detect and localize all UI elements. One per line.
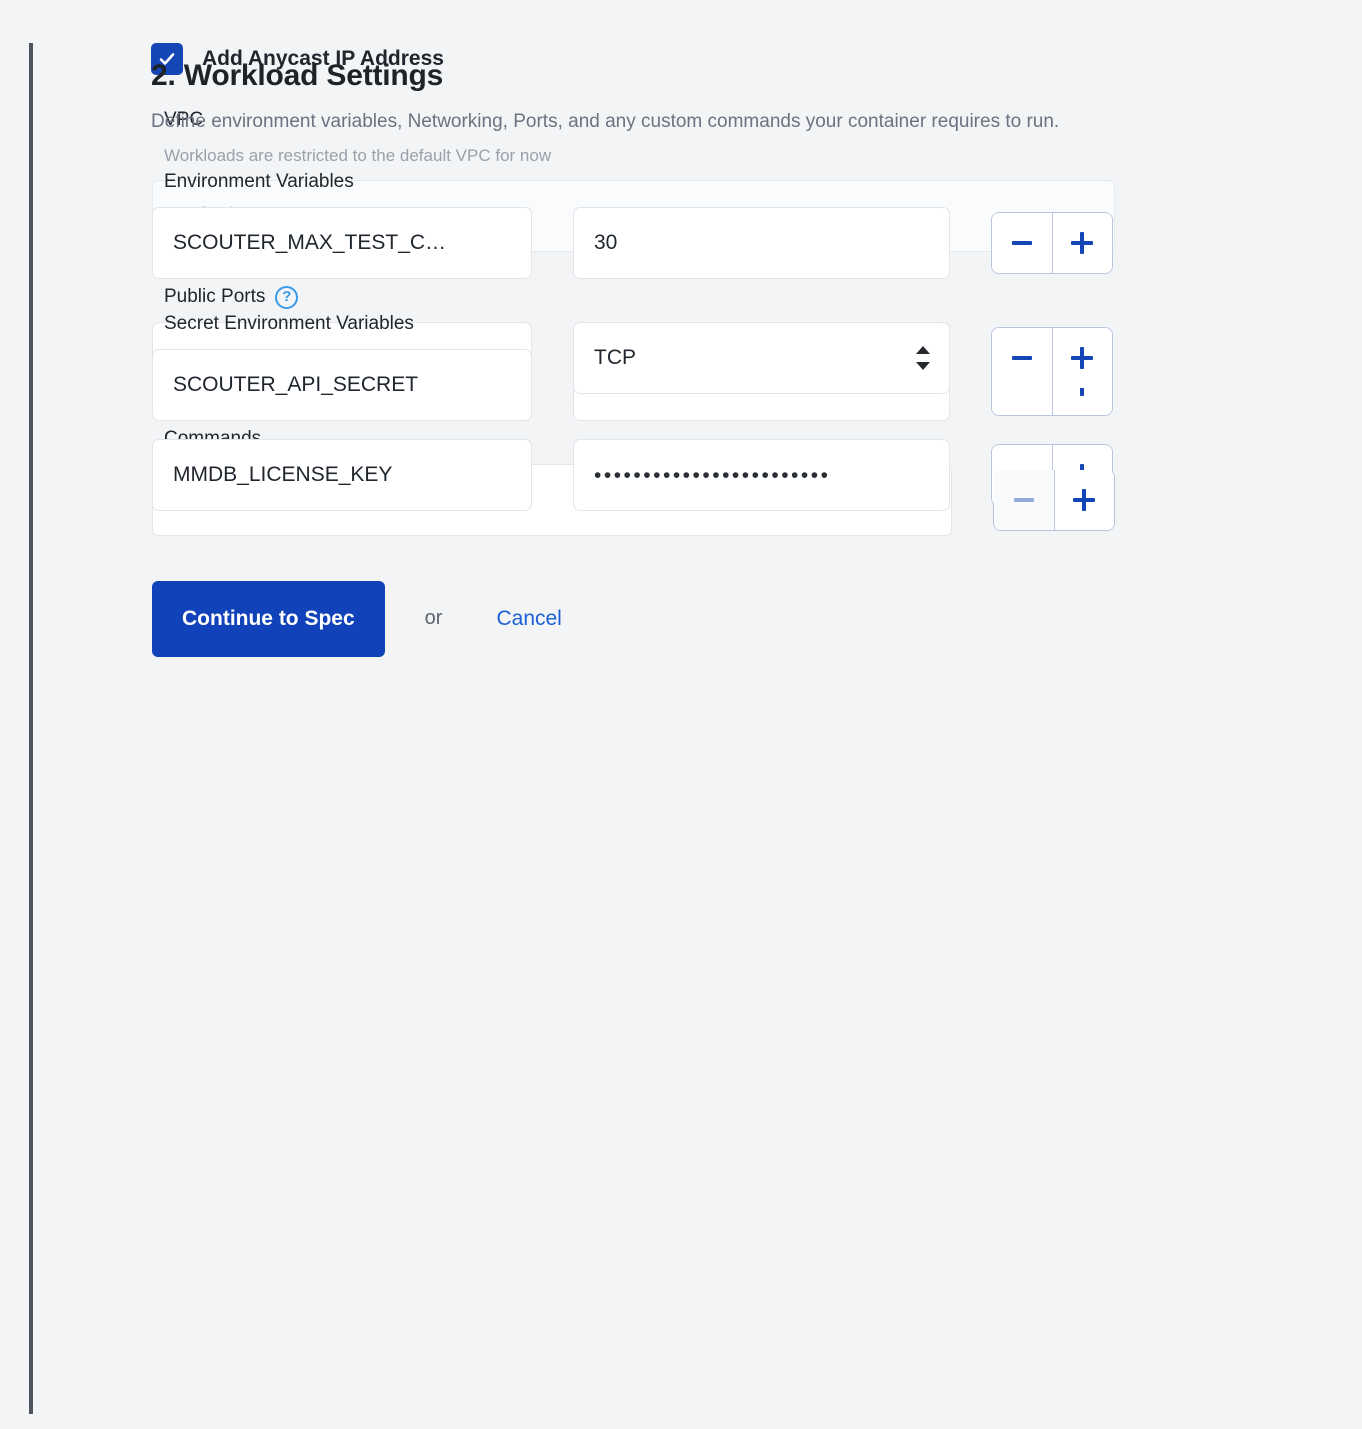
public-port-add-button[interactable] bbox=[1051, 327, 1112, 388]
command-add-button[interactable] bbox=[1053, 469, 1114, 530]
environment-variables-section: Environment Variables SCOUTER_MAX_TEST_C… bbox=[151, 171, 1151, 280]
continue-to-spec-button[interactable]: Continue to Spec bbox=[152, 580, 385, 657]
cancel-link[interactable]: Cancel bbox=[496, 607, 561, 631]
minus-icon bbox=[1013, 497, 1034, 502]
secret-env-var-value-input[interactable]: •••••••••••••••••••••••• bbox=[573, 438, 950, 511]
command-stepper bbox=[993, 468, 1115, 531]
secret-env-var-key-input[interactable]: SCOUTER_API_SECRET bbox=[152, 348, 532, 421]
minus-icon bbox=[1011, 355, 1032, 360]
env-var-add-button[interactable] bbox=[1051, 213, 1112, 274]
env-var-key-input[interactable]: SCOUTER_MAX_TEST_C… bbox=[152, 207, 532, 280]
form-footer: Continue to Spec or Cancel bbox=[152, 580, 1151, 657]
public-port-remove-button[interactable] bbox=[992, 327, 1052, 388]
workload-settings-panel: 2. Workload Settings Define environment … bbox=[151, 43, 1151, 511]
page-title: 2. Workload Settings bbox=[151, 59, 444, 92]
or-separator: or bbox=[424, 607, 443, 630]
plus-icon bbox=[1073, 488, 1096, 511]
plus-icon bbox=[1071, 232, 1094, 255]
public-port-protocol-select-wrap: TCP bbox=[573, 321, 950, 394]
plus-icon bbox=[1071, 346, 1094, 369]
env-var-stepper bbox=[991, 212, 1113, 275]
environment-variables-label: Environment Variables bbox=[164, 171, 354, 193]
environment-variable-row: SCOUTER_MAX_TEST_C… 30 bbox=[152, 207, 1151, 280]
minus-icon bbox=[1011, 241, 1032, 246]
public-port-stepper bbox=[991, 326, 1113, 389]
env-var-remove-button[interactable] bbox=[992, 213, 1052, 274]
public-port-protocol-select[interactable]: TCP bbox=[573, 321, 950, 394]
page-description: Define environment variables, Networking… bbox=[151, 110, 1060, 132]
env-var-value-input[interactable]: 30 bbox=[573, 207, 950, 280]
command-remove-button bbox=[994, 469, 1054, 530]
wizard-step-rail bbox=[29, 43, 33, 1414]
secret-env-var-key-input[interactable]: MMDB_LICENSE_KEY bbox=[152, 438, 532, 511]
